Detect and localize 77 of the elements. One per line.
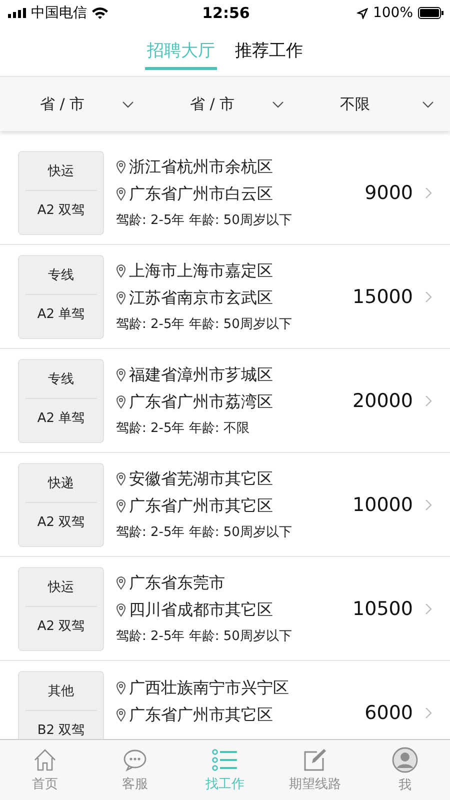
- license-type: B2 双驾: [36, 722, 86, 739]
- location-pin-icon: [116, 681, 126, 695]
- salary: 10000: [352, 494, 413, 516]
- location-pin-icon: [116, 291, 126, 305]
- destination-location: 广东省广州市荔湾区: [129, 392, 273, 412]
- chevron-icon: [425, 290, 432, 302]
- chevron-icon: [425, 394, 432, 406]
- caret-icon: [422, 100, 434, 108]
- salary: 10500: [352, 598, 413, 620]
- location-pin-icon: [116, 499, 126, 513]
- caret-icon: [122, 100, 134, 108]
- job-type: 快运: [25, 152, 97, 191]
- destination-location: 四川省成都市其它区: [129, 600, 273, 620]
- salary: 9000: [364, 182, 413, 204]
- location-pin-icon: [116, 187, 126, 201]
- job-listing[interactable]: 快运 A2 双驾 广东省东莞市 四川省成都市其它区 驾龄: 2-5年 年龄: 50周岁以下 10500: [0, 557, 450, 661]
- salary: 15000: [352, 286, 413, 308]
- license-type: A2 双驾: [36, 618, 86, 636]
- battery-icon: [418, 7, 444, 19]
- destination-location: 广东省广州市白云区: [129, 184, 273, 204]
- job-requirements: 驾龄: 2-5年 年龄: 50周岁以下: [116, 628, 293, 644]
- job-requirements: 驾龄: 2-5年 年龄: 50周岁以下: [116, 524, 293, 540]
- salary: 20000: [352, 390, 413, 412]
- origin-location: 广东省东莞市: [129, 572, 225, 594]
- license-type: A2 单驾: [36, 410, 86, 428]
- origin-location: 上海市上海市嘉定区: [129, 260, 273, 282]
- job-listing[interactable]: 专线 A2 单驾 上海市上海市嘉定区 江苏省南京市玄武区 驾龄: 2-5年 年龄: 50周岁以下 15000: [0, 245, 450, 349]
- clock-time: 12:56: [202, 4, 250, 22]
- signal-icon: [8, 8, 26, 18]
- home-icon: [33, 748, 57, 772]
- location-pin-icon: [116, 264, 126, 278]
- location-pin-icon: [116, 603, 126, 617]
- location-pin-icon: [116, 576, 126, 590]
- job-requirements: 驾龄: 2-5年 年龄: 50周岁以下: [116, 316, 293, 332]
- job-type: 快运: [25, 568, 97, 607]
- destination-location: 广东省广州市其它区: [129, 496, 273, 516]
- destination-location: 江苏省南京市玄武区: [129, 288, 273, 308]
- chevron-icon: [425, 706, 432, 718]
- location-pin-icon: [116, 472, 126, 486]
- filter-dropdown[interactable]: 不限: [300, 77, 450, 131]
- license-type: A2 双驾: [36, 202, 86, 220]
- origin-location: 安徽省芜湖市其它区: [129, 468, 273, 490]
- license-type: A2 双驾: [36, 514, 86, 532]
- list-icon: [212, 748, 238, 772]
- origin-location: 福建省漳州市芗城区: [129, 364, 273, 386]
- location-pin-icon: [116, 368, 126, 382]
- location-arrow-icon: [356, 8, 368, 18]
- job-listing[interactable]: 快递 A2 双驾 安徽省芜湖市其它区 广东省广州市其它区 驾龄: 2-5年 年龄: 50周岁以下 10000: [0, 453, 450, 557]
- filter-dropdown[interactable]: 省 / 市: [150, 77, 300, 131]
- salary: 6000: [364, 702, 413, 724]
- origin-location: 浙江省杭州市余杭区: [129, 156, 273, 178]
- carrier-name: 中国电信: [31, 4, 87, 22]
- job-type: 快递: [25, 464, 97, 503]
- location-pin-icon: [116, 395, 126, 409]
- tab[interactable]: 推荐工作: [233, 26, 305, 70]
- job-listing[interactable]: 专线 A2 单驾 福建省漳州市芗城区 广东省广州市荔湾区 驾龄: 2-5年 年龄: 不限 20000: [0, 349, 450, 453]
- origin-location: 广西壮族南宁市兴宁区: [129, 678, 289, 698]
- destination-location: 广东省广州市其它区: [129, 704, 273, 726]
- job-requirements: 驾龄: 2-5年 年龄: 不限: [116, 420, 250, 436]
- chat-bubble-icon: [123, 748, 147, 772]
- edit-icon: [303, 748, 327, 772]
- job-requirements: 驾龄: 2-5年 年龄: 50周岁以下: [116, 212, 293, 228]
- filter-dropdown[interactable]: 省 / 市: [0, 77, 150, 131]
- job-type: 专线: [25, 360, 97, 399]
- license-type: A2 单驾: [36, 306, 86, 324]
- user-avatar-icon: [392, 746, 418, 772]
- location-pin-icon: [116, 708, 126, 722]
- chevron-icon: [425, 186, 432, 198]
- chevron-icon: [425, 602, 432, 614]
- job-listing[interactable]: 快运 A2 双驾 浙江省杭州市余杭区 广东省广州市白云区 驾龄: 2-5年 年龄: 50周岁以下 9000: [0, 141, 450, 245]
- location-pin-icon: [116, 160, 126, 174]
- caret-icon: [272, 100, 284, 108]
- wifi-icon: [92, 7, 108, 19]
- chevron-icon: [425, 498, 432, 510]
- job-type: 专线: [25, 256, 97, 295]
- battery-percent: 100%: [372, 5, 413, 21]
- job-type: 其他: [25, 672, 97, 711]
